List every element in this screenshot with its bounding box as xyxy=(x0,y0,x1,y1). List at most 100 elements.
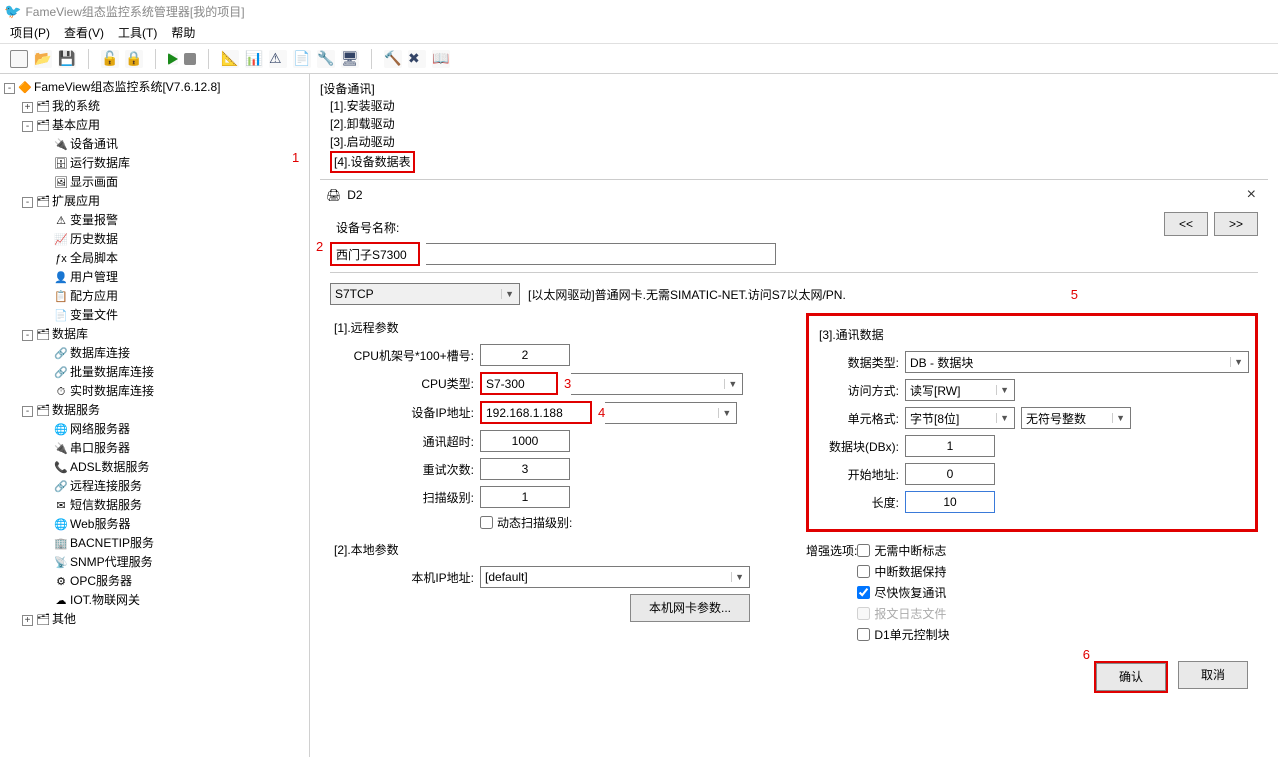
menu-tools[interactable]: 工具(T) xyxy=(118,24,157,41)
tree-history[interactable]: 历史数据 xyxy=(70,232,118,246)
menu-project[interactable]: 项目(P) xyxy=(10,24,50,41)
tool-icon-6[interactable]: 🔨 xyxy=(384,50,402,68)
ip-input[interactable] xyxy=(482,403,590,422)
tree-adsl[interactable]: ADSL数据服务 xyxy=(70,460,149,474)
tool-icon-2[interactable]: 📊 xyxy=(245,50,263,68)
tree-database[interactable]: 数据库 xyxy=(52,327,88,341)
ip-combo[interactable]: ▼ xyxy=(605,402,737,424)
dyn-scan-check[interactable]: 动态扫描级别: xyxy=(480,514,572,531)
tree-my-system[interactable]: 我的系统 xyxy=(52,99,100,113)
tree-iot[interactable]: IOT.物联网关 xyxy=(70,593,140,607)
tree-db-conn[interactable]: 数据库连接 xyxy=(70,346,130,360)
tree-device-comm[interactable]: 设备通讯 xyxy=(70,137,118,151)
cpu-rack-input[interactable] xyxy=(480,344,570,366)
tool-icon-5[interactable]: 🖥 xyxy=(341,50,359,68)
tree-serial[interactable]: 串口服务器 xyxy=(70,441,130,455)
tree-batch-db[interactable]: 批量数据库连接 xyxy=(70,365,154,379)
save-icon[interactable]: 💾 xyxy=(58,50,76,68)
retry-input[interactable] xyxy=(480,458,570,480)
tool-icon-3[interactable]: 📄 xyxy=(293,50,311,68)
device-name-highlight xyxy=(330,242,420,266)
nic-params-button[interactable]: 本机网卡参数... xyxy=(630,594,750,622)
tool-icon-4[interactable]: 🔧 xyxy=(317,50,335,68)
tree-recipe[interactable]: 配方应用 xyxy=(70,289,118,303)
dbx-input[interactable] xyxy=(905,435,995,457)
protocol-combo[interactable]: S7TCP▼ xyxy=(330,283,520,305)
menu-help[interactable]: 帮助 xyxy=(171,24,195,41)
tree-basic-app[interactable]: 基本应用 xyxy=(52,118,100,132)
tree-sms[interactable]: 短信数据服务 xyxy=(70,498,142,512)
tree-remote[interactable]: 远程连接服务 xyxy=(70,479,142,493)
tree-ext-app[interactable]: 扩展应用 xyxy=(52,194,100,208)
opt1-check[interactable]: 无需中断标志 xyxy=(857,542,949,559)
bc-item-1[interactable]: [1].安装驱动 xyxy=(320,97,1268,115)
prev-button[interactable]: << xyxy=(1164,212,1208,236)
tree-snmp[interactable]: SNMP代理服务 xyxy=(70,555,153,569)
device-dialog: 🖨 D2 × 设备号名称: 2 << >> xyxy=(320,179,1268,693)
tree-var-file[interactable]: 变量文件 xyxy=(70,308,118,322)
warning-icon[interactable]: ⚠ xyxy=(269,50,287,68)
tool-icon-1[interactable]: 📐 xyxy=(221,50,239,68)
data-type-combo[interactable]: DB - 数据块▼ xyxy=(905,351,1249,373)
expander-icon[interactable]: - xyxy=(4,83,15,94)
project-tree: -🔶FameView组态监控系统[V7.6.12.8] +🗂我的系统 -🗂基本应… xyxy=(0,74,310,757)
cpu-type-combo[interactable]: ▼ xyxy=(571,373,743,395)
dialog-title: D2 xyxy=(347,188,362,202)
tree-user[interactable]: 用户管理 xyxy=(70,270,118,284)
tree-display[interactable]: 显示画面 xyxy=(70,175,118,189)
ok-button[interactable]: 确认 xyxy=(1096,663,1166,691)
unit-label: 单元格式: xyxy=(815,410,905,427)
access-combo[interactable]: 读写[RW]▼ xyxy=(905,379,1015,401)
unit-fmt-combo[interactable]: 字节[8位]▼ xyxy=(905,407,1015,429)
unlock-icon[interactable]: 🔓 xyxy=(101,50,119,68)
tree-opc[interactable]: OPC服务器 xyxy=(70,574,132,588)
comm-data-highlight: [3].通讯数据 数据类型:DB - 数据块▼ 访问方式:读写[RW]▼ 单元格… xyxy=(806,313,1258,532)
local-ip-label: 本机IP地址: xyxy=(330,569,480,586)
tree-net-server[interactable]: 网络服务器 xyxy=(70,422,130,436)
cancel-button[interactable]: 取消 xyxy=(1178,661,1248,689)
window-titlebar: 🐦 FameView组态监控系统管理器[我的项目] xyxy=(0,0,1278,22)
device-name-label: 设备号名称: xyxy=(330,219,420,236)
next-button[interactable]: >> xyxy=(1214,212,1258,236)
tool-icon-8[interactable]: 📖 xyxy=(432,50,450,68)
ip-highlight xyxy=(480,401,592,424)
data-type-label: 数据类型: xyxy=(815,354,905,371)
tool-icon-7[interactable]: ✖ xyxy=(408,50,426,68)
menu-view[interactable]: 查看(V) xyxy=(64,24,104,41)
start-label: 开始地址: xyxy=(815,466,905,483)
annotation-1: 1 xyxy=(292,149,299,167)
bc-item-4[interactable]: [4].设备数据表 xyxy=(334,155,411,169)
tree-bacnet[interactable]: BACNETIP服务 xyxy=(70,536,154,550)
stop-icon[interactable] xyxy=(184,53,196,65)
device-name-input-ext[interactable] xyxy=(426,243,776,265)
local-ip-combo[interactable]: [default]▼ xyxy=(480,566,750,588)
tree-script[interactable]: 全局脚本 xyxy=(70,251,118,265)
lock-icon[interactable]: 🔒 xyxy=(125,50,143,68)
open-icon[interactable]: 📂 xyxy=(34,50,52,68)
opt5-check[interactable]: D1单元控制块 xyxy=(857,626,949,643)
close-icon[interactable]: × xyxy=(1241,186,1262,204)
device-name-input[interactable] xyxy=(332,244,418,264)
start-input[interactable] xyxy=(905,463,995,485)
tree-web[interactable]: Web服务器 xyxy=(70,517,130,531)
run-icon[interactable] xyxy=(168,53,178,65)
new-icon[interactable] xyxy=(10,50,28,68)
bc-item-2[interactable]: [2].卸载驱动 xyxy=(320,115,1268,133)
unit-sign-combo[interactable]: 无符号整数▼ xyxy=(1021,407,1131,429)
tree-rt-db[interactable]: 实时数据库连接 xyxy=(70,384,154,398)
tree-other[interactable]: 其他 xyxy=(52,612,76,626)
opt3-check[interactable]: 尽快恢复通讯 xyxy=(857,584,949,601)
retry-label: 重试次数: xyxy=(330,461,480,478)
scan-input[interactable] xyxy=(480,486,570,508)
length-input[interactable] xyxy=(905,491,995,513)
opt2-check[interactable]: 中断数据保持 xyxy=(857,563,949,580)
tree-run-db[interactable]: 运行数据库 xyxy=(70,156,130,170)
enh-label: 增强选项: xyxy=(806,542,857,647)
tree-data-service[interactable]: 数据服务 xyxy=(52,403,100,417)
tree-root[interactable]: FameView组态监控系统[V7.6.12.8] xyxy=(34,80,221,94)
ip-label: 设备IP地址: xyxy=(330,404,480,421)
bc-item-3[interactable]: [3].启动驱动 xyxy=(320,133,1268,151)
tree-var-alarm[interactable]: 变量报警 xyxy=(70,213,118,227)
dialog-icon: 🖨 xyxy=(326,188,341,202)
timeout-input[interactable] xyxy=(480,430,570,452)
